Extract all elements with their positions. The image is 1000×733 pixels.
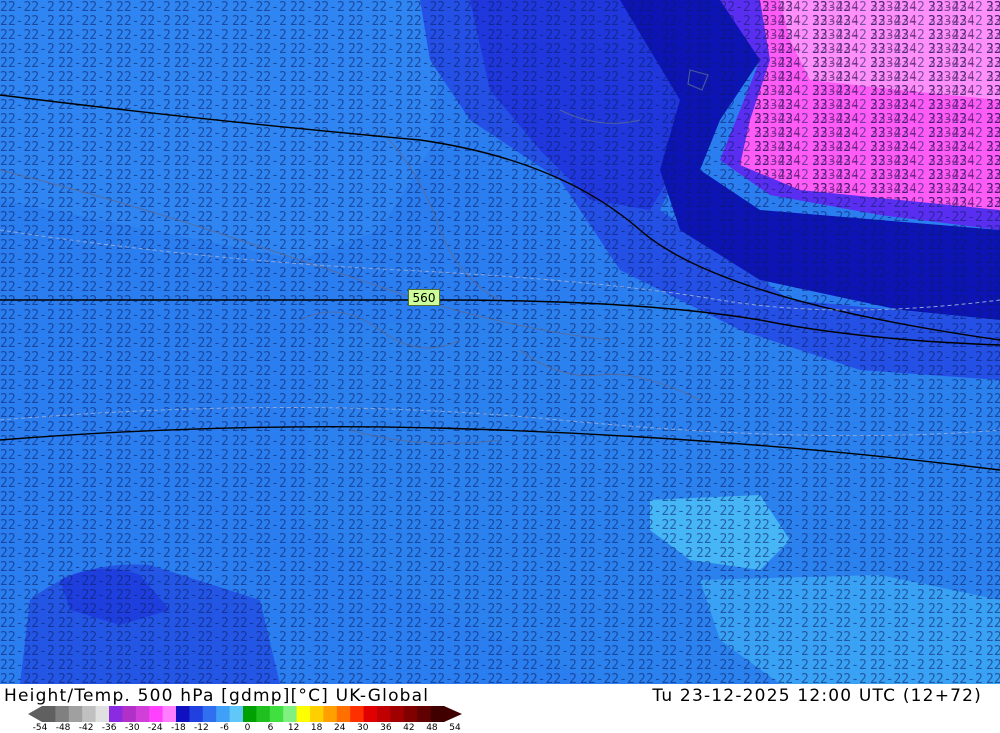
legend-arrow-left [28,706,42,722]
legend-tick-label: -48 [55,723,71,733]
legend-tick-label: 36 [380,723,392,733]
legend-tick-label: -18 [170,723,186,733]
legend-swatch [42,706,56,722]
map-title: Height/Temp. 500 hPa [gdmp][°C] UK-Globa… [4,686,430,706]
legend-swatch [256,706,271,722]
legend-swatch [310,706,324,722]
legend-arrow-right [444,706,462,722]
legend-tick-label: -30 [124,723,140,733]
legend-swatch [109,706,123,722]
legend-swatch [216,706,230,722]
legend-swatch [269,706,284,722]
legend-swatch [149,706,163,722]
legend-swatch [243,706,257,722]
legend-swatch [135,706,150,722]
legend-swatch [82,706,96,722]
color-legend [28,706,462,722]
legend-tick-label: 42 [403,723,415,733]
legend-swatch [68,706,83,722]
contour-label-560: 560 [408,289,440,306]
legend-swatch [363,706,378,722]
legend-swatch [417,706,431,722]
legend-swatch [202,706,217,722]
legend-swatch [122,706,137,722]
legend-tick-label: 0 [244,723,251,733]
legend-tick-label: -54 [32,723,48,733]
height-label-texture-east [740,0,1000,210]
legend-swatch [350,706,364,722]
legend-tick-label: 48 [426,723,438,733]
legend-swatch [55,706,70,722]
legend-tick-label: -12 [194,723,209,733]
legend-swatch [189,706,204,722]
legend-swatch [377,706,391,722]
legend-swatch [390,706,405,722]
legend-swatch [336,706,351,722]
legend-swatch [430,706,445,722]
weather-map: 22-22-2 333434 [0,0,1000,684]
valid-time: Tu 23-12-2025 12:00 UTC (12+72) [652,686,982,706]
legend-tick-label: 30 [357,723,369,733]
legend-tick-label: 6 [267,723,274,733]
legend-swatch [176,706,190,722]
legend-swatch [162,706,177,722]
legend-swatch [296,706,311,722]
legend-swatch [323,706,338,722]
legend-tick-label: -36 [101,723,117,733]
legend-swatch [283,706,297,722]
legend-swatch [403,706,418,722]
legend-tick-label: -42 [78,723,94,733]
legend-tick-label: -6 [219,723,229,733]
legend-tick-label: 12 [287,723,300,733]
legend-tick-label: -24 [147,723,163,733]
legend-tick-label: 24 [333,723,346,733]
legend-swatch [95,706,110,722]
legend-tick-label: 54 [449,723,461,733]
legend-swatch [229,706,244,722]
legend-tick-label: 18 [310,723,323,733]
